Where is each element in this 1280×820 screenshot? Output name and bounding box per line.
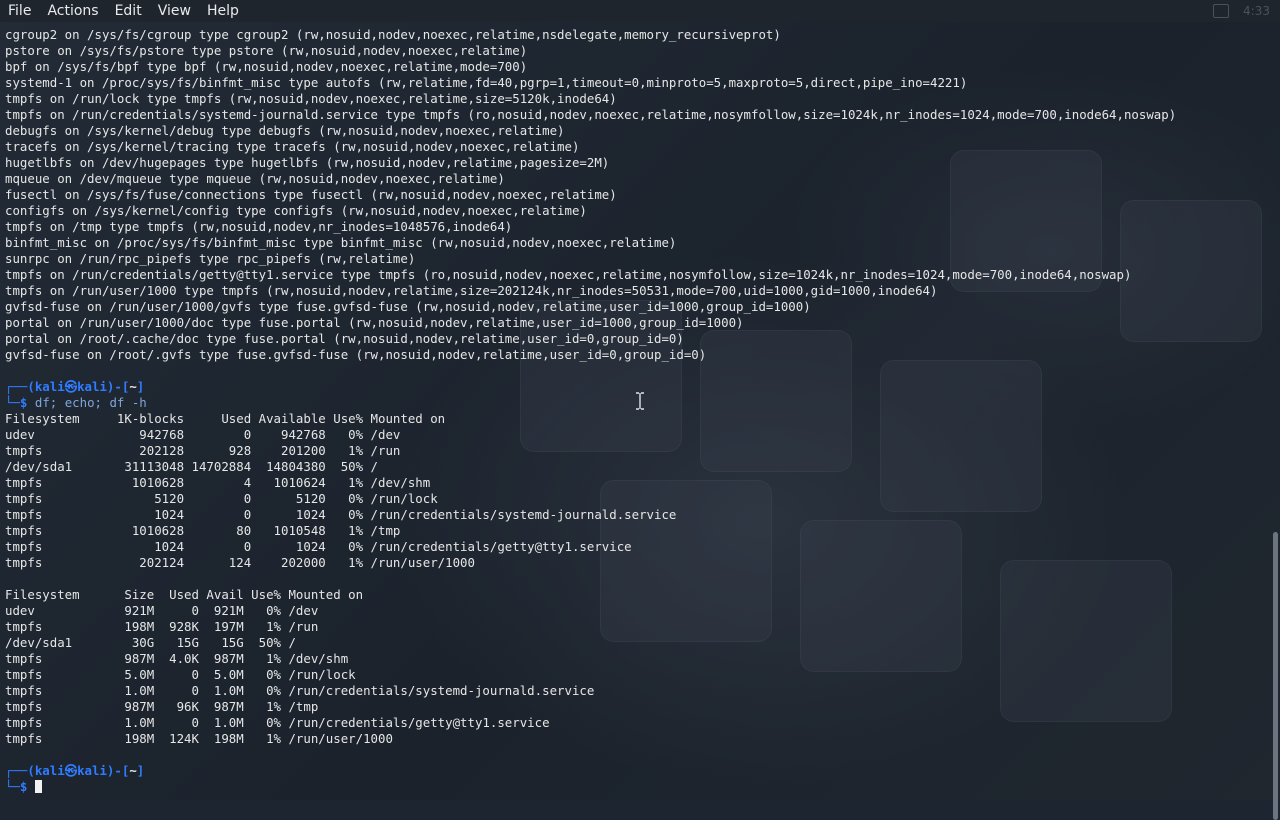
mount-output-line: gvfsd-fuse on /root/.gvfs type fuse.gvfs…: [5, 347, 707, 362]
mount-output-line: sunrpc on /run/rpc_pipefs type rpc_pipef…: [5, 251, 416, 266]
prompt-bracket: ┌──(: [5, 763, 35, 778]
terminal-output[interactable]: cgroup2 on /sys/fs/cgroup type cgroup2 (…: [0, 22, 1270, 800]
menu-file[interactable]: File: [0, 0, 39, 22]
terminal-cursor: [34, 780, 42, 793]
mount-output-line: bpf on /sys/fs/bpf type bpf (rw,nosuid,n…: [5, 59, 528, 74]
scrollbar-thumb[interactable]: [1273, 532, 1278, 820]
df-output-line: udev 942768 0 942768 0% /dev: [5, 427, 401, 442]
df-output-line: tmpfs 1024 0 1024 0% /run/credentials/ge…: [5, 539, 632, 554]
mount-output-line: pstore on /sys/fs/pstore type pstore (rw…: [5, 43, 528, 58]
df-h-output-line: tmpfs 1.0M 0 1.0M 0% /run/credentials/ge…: [5, 715, 550, 730]
prompt-bracket: ┌──(: [5, 379, 35, 394]
mount-output-line: tracefs on /sys/kernel/tracing type trac…: [5, 139, 580, 154]
prompt-at-symbol: ㉿: [64, 379, 78, 394]
df-h-output-line: Filesystem Size Used Avail Use% Mounted …: [5, 587, 364, 602]
df-output-line: tmpfs 202128 928 201200 1% /run: [5, 443, 401, 458]
window-icon: [1213, 4, 1230, 18]
command-text: df; echo; df -h: [34, 395, 147, 410]
scrollbar[interactable]: [1270, 22, 1280, 820]
mount-output-line: fusectl on /sys/fs/fuse/connections type…: [5, 187, 617, 202]
prompt-host: kali: [77, 763, 107, 778]
prompt-bracket: ]: [136, 379, 145, 394]
menu-bar: File Actions Edit View Help 4:33: [0, 0, 1280, 22]
prompt-user: kali: [34, 379, 65, 394]
df-h-output-line: /dev/sda1 30G 15G 15G 50% /: [5, 635, 296, 650]
prompt-bracket: )-[: [106, 379, 130, 394]
mount-output-line: tmpfs on /run/lock type tmpfs (rw,nosuid…: [5, 91, 617, 106]
df-h-output-line: udev 921M 0 921M 0% /dev: [5, 603, 319, 618]
df-h-output-line: tmpfs 987M 4.0K 987M 1% /dev/shm: [5, 651, 349, 666]
prompt-bracket: )-[: [106, 763, 130, 778]
df-output-line: tmpfs 5120 0 5120 0% /run/lock: [5, 491, 438, 506]
mount-output-line: cgroup2 on /sys/fs/cgroup type cgroup2 (…: [5, 27, 781, 42]
mount-output-line: binfmt_misc on /proc/sys/fs/binfmt_misc …: [5, 235, 677, 250]
mount-output-line: debugfs on /sys/kernel/debug type debugf…: [5, 123, 565, 138]
mount-output-line: hugetlbfs on /dev/hugepages type hugetlb…: [5, 155, 610, 170]
prompt-header: ┌──(kali㉿kali)-[~]: [5, 763, 144, 779]
mount-output-line: portal on /root/.cache/doc type fuse.por…: [5, 331, 684, 346]
mount-output-line: tmpfs on /run/credentials/getty@tty1.ser…: [5, 267, 1132, 282]
prompt-bracket: └─: [5, 395, 20, 410]
df-output-line: tmpfs 202124 124 202000 1% /run/user/100…: [5, 555, 475, 570]
system-tray: 4:33: [1213, 0, 1280, 22]
df-output-line: /dev/sda1 31113048 14702884 14804380 50%…: [5, 459, 378, 474]
mount-output-line: mqueue on /dev/mqueue type mqueue (rw,no…: [5, 171, 505, 186]
menu-help[interactable]: Help: [199, 0, 247, 22]
prompt-cwd: ~: [129, 763, 137, 778]
df-output-line: tmpfs 1010628 4 1010624 1% /dev/shm: [5, 475, 431, 490]
mount-output-line: systemd-1 on /proc/sys/fs/binfmt_misc ty…: [5, 75, 968, 90]
mount-output-line: tmpfs on /run/credentials/systemd-journa…: [5, 107, 1177, 122]
df-h-output-line: tmpfs 198M 928K 197M 1% /run: [5, 619, 319, 634]
prompt-input-line[interactable]: └─$ df; echo; df -h: [5, 395, 147, 411]
df-output-line: Filesystem 1K-blocks Used Available Use%…: [5, 411, 446, 426]
clock: 4:33: [1243, 4, 1270, 18]
prompt-user: kali: [34, 763, 65, 778]
df-output-line: tmpfs 1024 0 1024 0% /run/credentials/sy…: [5, 507, 677, 522]
df-h-output-line: tmpfs 1.0M 0 1.0M 0% /run/credentials/sy…: [5, 683, 595, 698]
menu-actions[interactable]: Actions: [39, 0, 106, 22]
mount-output-line: gvfsd-fuse on /run/user/1000/gvfs type f…: [5, 299, 811, 314]
df-h-output-line: tmpfs 198M 124K 198M 1% /run/user/1000: [5, 731, 393, 746]
menu-edit[interactable]: Edit: [107, 0, 150, 22]
mount-output-line: tmpfs on /run/user/1000 type tmpfs (rw,n…: [5, 283, 938, 298]
prompt-bracket: ]: [136, 763, 145, 778]
text-cursor-icon: [636, 392, 644, 410]
mount-output-line: tmpfs on /tmp type tmpfs (rw,nosuid,node…: [5, 219, 513, 234]
mount-output-line: portal on /run/user/1000/doc type fuse.p…: [5, 315, 744, 330]
prompt-at-symbol: ㉿: [64, 763, 78, 778]
df-h-output-line: tmpfs 5.0M 0 5.0M 0% /run/lock: [5, 667, 356, 682]
df-h-output-line: tmpfs 987M 96K 987M 1% /tmp: [5, 699, 319, 714]
prompt-bracket: └─: [5, 779, 20, 794]
menu-view[interactable]: View: [150, 0, 199, 22]
prompt-host: kali: [77, 379, 107, 394]
prompt-input-line[interactable]: └─$: [5, 779, 42, 795]
mount-output-line: configfs on /sys/kernel/config type conf…: [5, 203, 587, 218]
prompt-cwd: ~: [129, 379, 137, 394]
df-output-line: tmpfs 1010628 80 1010548 1% /tmp: [5, 523, 401, 538]
prompt-header: ┌──(kali㉿kali)-[~]: [5, 379, 144, 395]
